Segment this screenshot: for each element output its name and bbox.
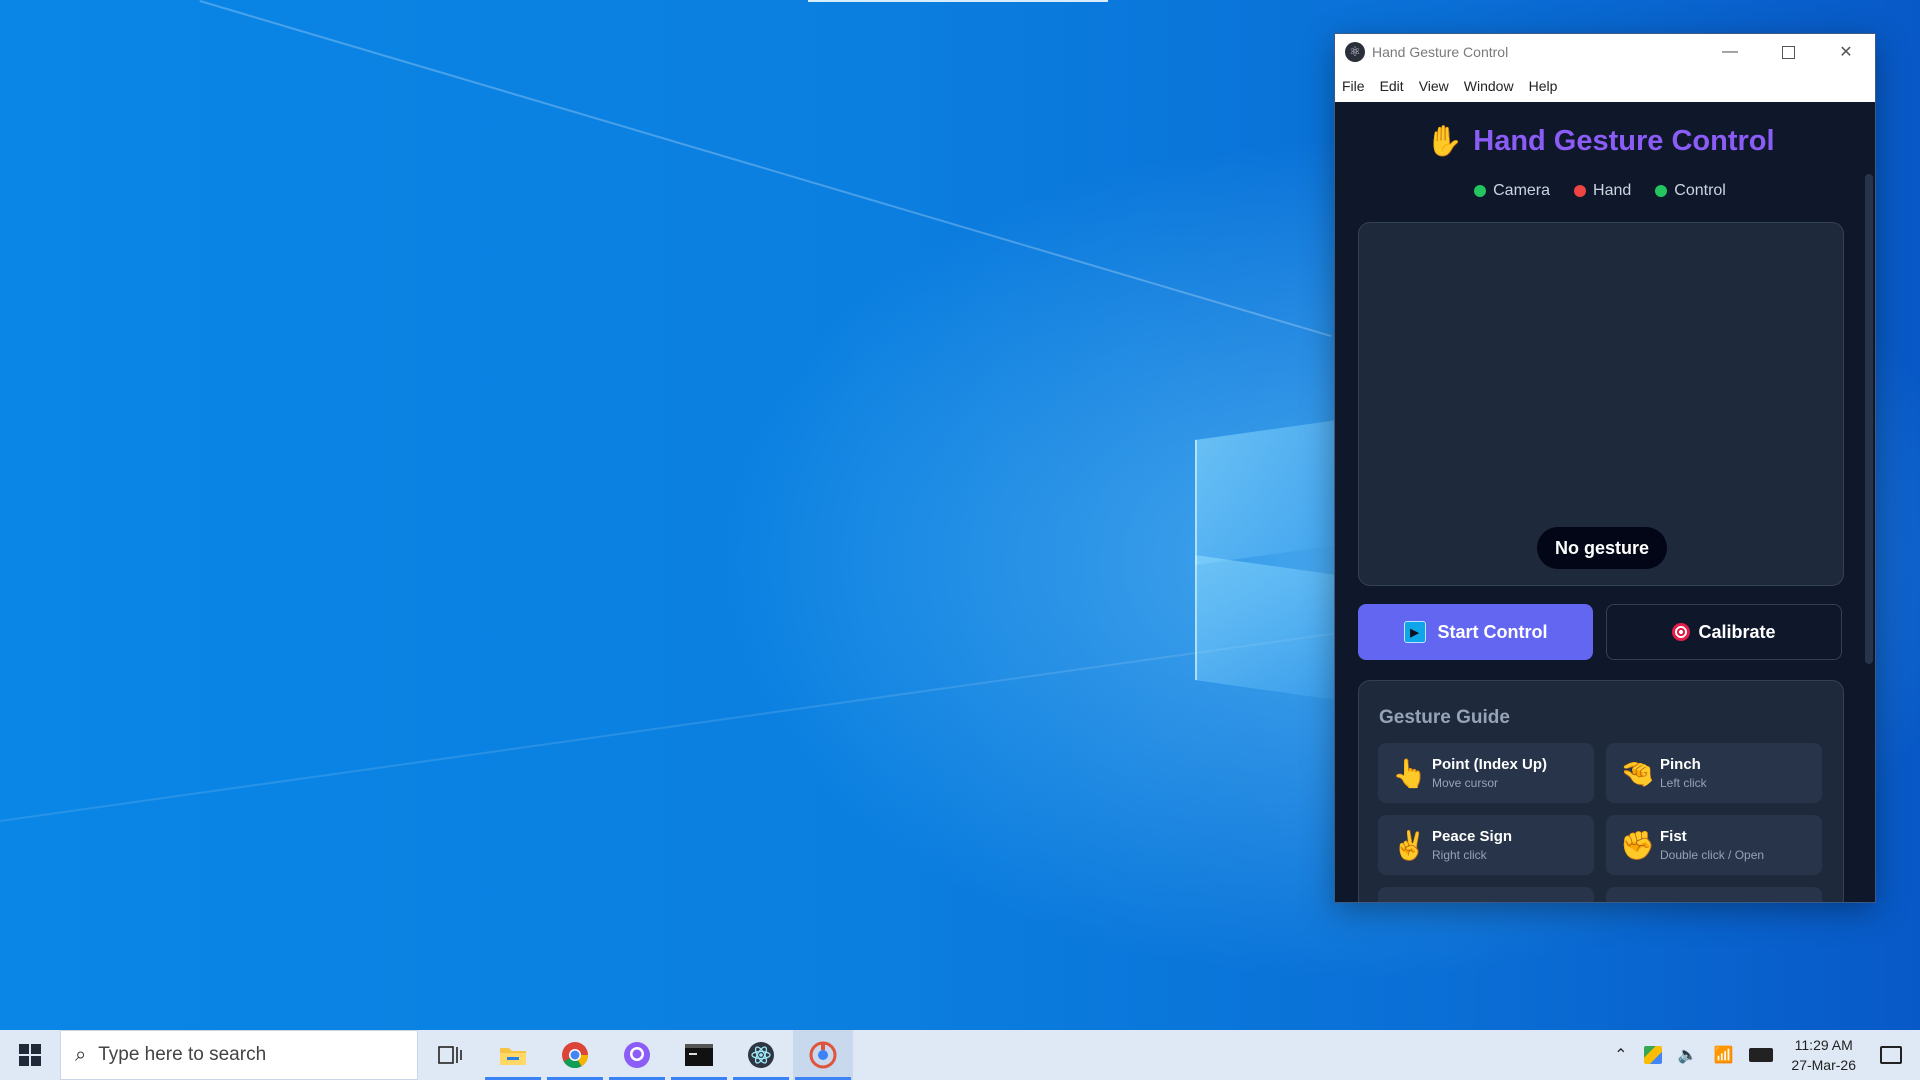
windows-start-icon: [19, 1044, 41, 1066]
maximize-icon: [1781, 45, 1795, 59]
gesture-card-fist: ✊ Fist Double click / Open: [1606, 815, 1822, 875]
menu-edit[interactable]: Edit: [1380, 78, 1404, 94]
taskbar-terminal[interactable]: [669, 1030, 729, 1080]
gesture-card-peace: ✌️ Peace Sign Right click: [1378, 815, 1594, 875]
page-title: Hand Gesture Control: [1473, 125, 1775, 157]
gesture-guide-title: Gesture Guide: [1379, 707, 1510, 728]
pointing-hand-icon: 👆: [1392, 757, 1427, 789]
peace-sign-icon: ✌️: [1392, 829, 1427, 861]
taskbar-github[interactable]: [607, 1030, 667, 1080]
taskbar-electron[interactable]: [731, 1030, 791, 1080]
minimize-icon: —: [1722, 43, 1738, 60]
terminal-icon: [685, 1044, 713, 1066]
battery-icon[interactable]: [1749, 1048, 1774, 1062]
target-icon: [1672, 623, 1691, 641]
menu-view[interactable]: View: [1419, 78, 1449, 94]
calibrate-button[interactable]: Calibrate: [1606, 604, 1842, 660]
gesture-card-partial: [1378, 887, 1594, 902]
menu-window[interactable]: Window: [1464, 78, 1514, 94]
pinch-hand-icon: 🤏: [1620, 757, 1655, 789]
taskbar-gesture-app[interactable]: [793, 1030, 853, 1080]
top-edge-highlight: [808, 0, 1108, 2]
task-view-icon: [438, 1046, 462, 1064]
scrollbar-thumb[interactable]: [1865, 174, 1873, 664]
status-dot-icon: [1655, 185, 1668, 197]
system-tray: ⌃ 🔈 📶 11:29 AM 27-Mar-26: [1606, 1030, 1920, 1080]
taskbar: ⌕ Type here to search ⌃ 🔈 📶 11:29 AM 27-…: [0, 1030, 1920, 1080]
taskbar-clock[interactable]: 11:29 AM 27-Mar-26: [1791, 1035, 1856, 1075]
volume-icon[interactable]: 🔈: [1678, 1045, 1698, 1065]
notification-icon[interactable]: [1880, 1046, 1902, 1064]
search-icon: ⌕: [75, 1043, 87, 1066]
clock-date: 27-Mar-26: [1791, 1057, 1856, 1073]
network-icon[interactable]: 📶: [1713, 1045, 1733, 1065]
folder-icon: [500, 1048, 526, 1065]
close-button[interactable]: ✕: [1817, 34, 1875, 70]
task-view-button[interactable]: [420, 1030, 480, 1080]
minimize-button[interactable]: —: [1701, 34, 1759, 70]
raised-hand-icon: ✋: [1425, 125, 1463, 158]
menu-file[interactable]: File: [1342, 78, 1365, 94]
github-icon: [624, 1042, 650, 1068]
menu-help[interactable]: Help: [1529, 78, 1558, 94]
camera-preview: No gesture: [1358, 222, 1844, 586]
gesture-card-partial: [1606, 887, 1822, 902]
title-bar[interactable]: ⚛ Hand Gesture Control — ✕: [1335, 34, 1875, 70]
status-dot-icon: [1474, 185, 1487, 197]
clock-time: 11:29 AM: [1794, 1037, 1853, 1053]
close-icon: ✕: [1839, 44, 1853, 61]
window-title: Hand Gesture Control: [1372, 44, 1509, 60]
app-heading: ✋ Hand Gesture Control: [1335, 124, 1865, 159]
status-indicators: Camera Hand Control: [1335, 182, 1865, 200]
gesture-card-point: 👆 Point (Index Up) Move cursor: [1378, 743, 1594, 803]
gesture-card-pinch: 🤏 Pinch Left click: [1606, 743, 1822, 803]
app-window: ⚛ Hand Gesture Control — ✕ File Edit Vie…: [1335, 34, 1875, 902]
google-drive-icon[interactable]: [1643, 1046, 1662, 1064]
start-control-button[interactable]: ▶ Start Control: [1358, 604, 1593, 660]
maximize-button[interactable]: [1759, 34, 1817, 70]
status-control: Control: [1655, 182, 1726, 200]
gesture-status-badge: No gesture: [1537, 527, 1667, 569]
taskbar-file-explorer[interactable]: [483, 1030, 543, 1080]
status-hand: Hand: [1574, 182, 1631, 200]
chrome-icon: [562, 1042, 589, 1069]
taskbar-chrome[interactable]: [545, 1030, 605, 1080]
menu-bar: File Edit View Window Help: [1335, 70, 1875, 102]
status-dot-icon: [1574, 185, 1587, 197]
app-content: ✋ Hand Gesture Control Camera Hand Contr…: [1335, 102, 1875, 902]
light-beam: [199, 0, 1332, 338]
light-beam: [0, 625, 1387, 822]
fist-icon: ✊: [1620, 829, 1655, 861]
search-input[interactable]: Type here to search: [98, 1044, 266, 1066]
play-icon: ▶: [1403, 621, 1426, 643]
electron-icon: [748, 1042, 774, 1068]
taskbar-search[interactable]: ⌕ Type here to search: [60, 1030, 418, 1080]
status-camera: Camera: [1474, 182, 1550, 200]
gesture-guide: Gesture Guide 👆 Point (Index Up) Move cu…: [1358, 680, 1844, 902]
chevron-up-icon[interactable]: ⌃: [1614, 1045, 1627, 1065]
start-button[interactable]: [0, 1030, 60, 1080]
gesture-app-icon: [809, 1041, 837, 1069]
electron-app-icon: ⚛: [1345, 42, 1365, 62]
